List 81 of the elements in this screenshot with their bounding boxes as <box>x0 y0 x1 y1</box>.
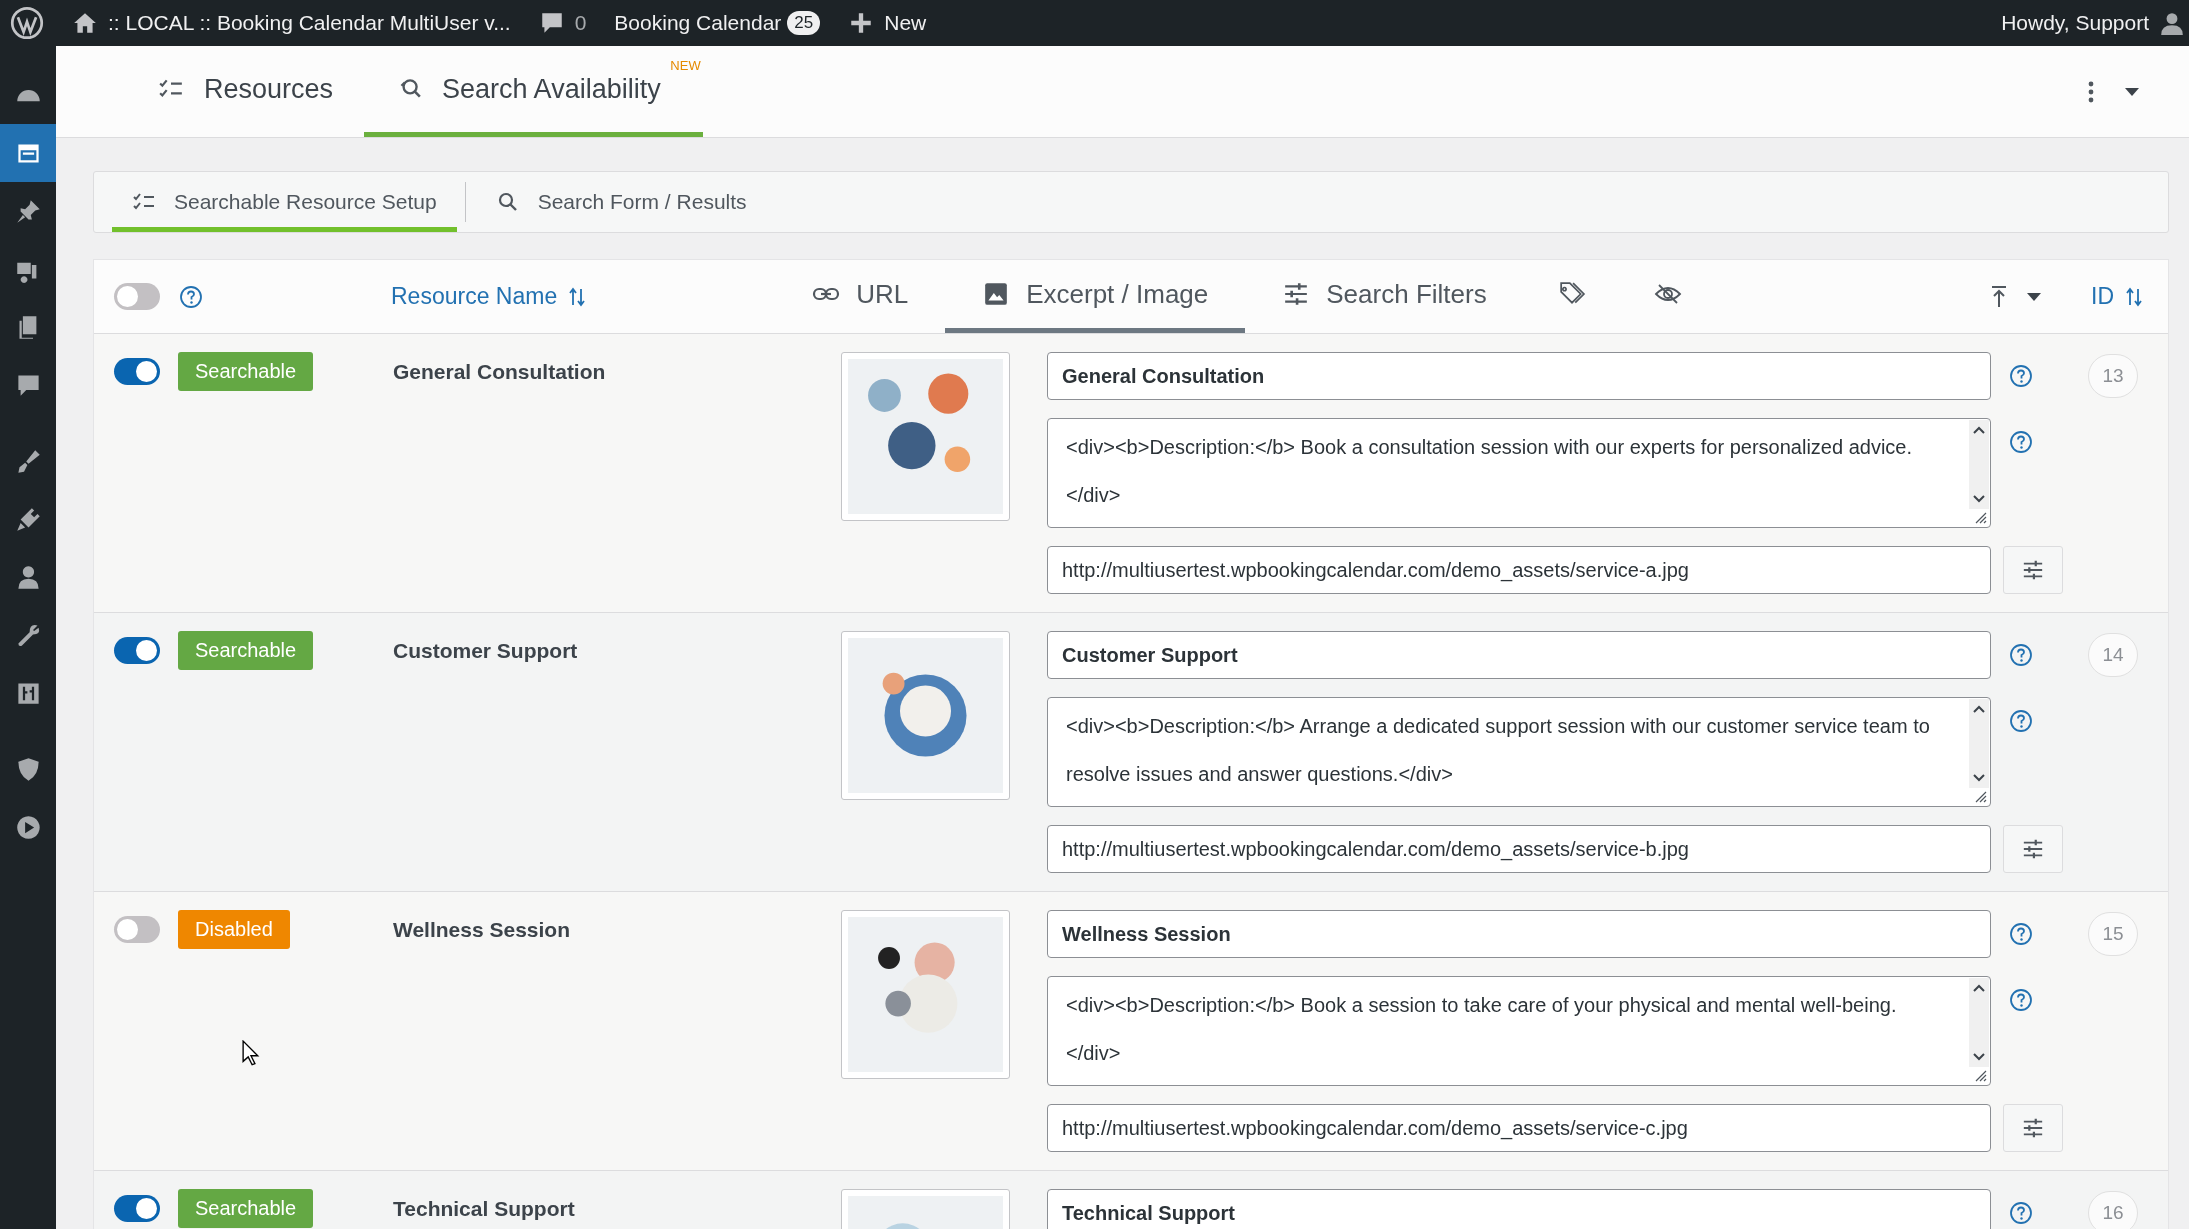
description-textarea[interactable]: <div><b>Description:</b> Book a consultation session with our experts for personalized advice.</div> <box>1047 418 1991 528</box>
sort-icon <box>569 286 586 307</box>
scroll-up-icon[interactable] <box>1973 705 1985 713</box>
description-textarea[interactable]: <div><b>Description:</b> Book a session to take care of your physical and mental well-being.</div> <box>1047 976 1991 1086</box>
caret-down-icon[interactable] <box>2027 292 2041 301</box>
toggle-switch[interactable] <box>114 358 160 385</box>
scroll-down-icon[interactable] <box>1973 1053 1985 1061</box>
resource-name: Technical Support <box>393 1196 576 1222</box>
id-badge: 15 <box>2088 912 2138 956</box>
greeting: Howdy, Support <box>2001 11 2149 35</box>
image-url-field[interactable]: http://multiusertest.wpbookingcalendar.com/demo_assets/service-c.jpg <box>1047 1104 1991 1152</box>
scroll-down-icon[interactable] <box>1973 495 1985 503</box>
title-field[interactable]: Technical Support <box>1047 1189 1991 1229</box>
status-badge: Disabled <box>178 910 290 949</box>
booking-calendar-link[interactable]: Booking Calendar 25 <box>600 0 835 46</box>
image-url-field[interactable]: http://multiusertest.wpbookingcalendar.com/demo_assets/service-a.jpg <box>1047 546 1991 594</box>
help-icon[interactable] <box>2009 988 2033 1012</box>
resize-grip-icon[interactable] <box>1973 1068 1987 1082</box>
resize-grip-icon[interactable] <box>1973 789 1987 803</box>
title-field[interactable]: Customer Support <box>1047 631 1991 679</box>
plugin-title: Booking Calendar <box>614 11 782 35</box>
id-badge: 16 <box>2088 1191 2138 1229</box>
toggle-switch[interactable] <box>114 1195 160 1222</box>
new-label: New <box>884 11 927 35</box>
status-badge: Searchable <box>178 1189 314 1228</box>
help-icon[interactable] <box>2009 364 2033 388</box>
scroll-down-icon[interactable] <box>1973 774 1985 782</box>
resource-name: General Consultation <box>393 359 607 385</box>
id-sort-link[interactable]: ID <box>2091 283 2142 310</box>
align-top-icon[interactable] <box>1991 284 2007 309</box>
sort-icon <box>2126 286 2142 307</box>
page-tab[interactable]: Search Availability NEW <box>364 46 703 137</box>
user-icon <box>2159 10 2185 36</box>
sub-tab[interactable]: Searchable Resource Setup <box>112 172 457 232</box>
id-badge: 13 <box>2088 354 2138 398</box>
comments-count: 0 <box>574 11 587 35</box>
scroll-up-icon[interactable] <box>1973 426 1985 434</box>
mouse-cursor-icon <box>242 1040 260 1067</box>
column-tab[interactable]: Search Filters <box>1245 260 1524 333</box>
status-badge: Searchable <box>178 352 314 391</box>
resize-grip-icon[interactable] <box>1973 510 1987 524</box>
count-badge: 25 <box>787 11 821 35</box>
column-tab[interactable]: URL <box>775 260 946 333</box>
image-settings-button[interactable] <box>2003 546 2063 594</box>
resource-name: Customer Support <box>393 638 579 664</box>
new-link[interactable]: New <box>834 0 941 46</box>
id-badge: 14 <box>2088 633 2138 677</box>
sliders-icon <box>2022 559 2044 581</box>
toggle-switch[interactable] <box>114 283 160 310</box>
resource-name-sort-link[interactable]: Resource Name <box>391 260 586 333</box>
sliders-icon <box>2022 1117 2044 1139</box>
help-icon[interactable] <box>2009 922 2033 946</box>
account-link[interactable]: Howdy, Support <box>1987 0 2189 46</box>
sliders-icon <box>2022 838 2044 860</box>
wordpress-logo-icon[interactable] <box>10 6 44 40</box>
new-label: NEW <box>670 58 701 73</box>
image-settings-button[interactable] <box>2003 825 2063 873</box>
help-icon[interactable] <box>2009 1201 2033 1225</box>
sub-tab[interactable]: Search Form / Results <box>475 172 767 232</box>
status-badge: Searchable <box>178 631 314 670</box>
title-field[interactable]: General Consultation <box>1047 352 1991 400</box>
scroll-up-icon[interactable] <box>1973 984 1985 992</box>
help-icon[interactable] <box>2009 430 2033 454</box>
help-icon[interactable] <box>179 284 203 309</box>
description-textarea[interactable]: <div><b>Description:</b> Arrange a dedicated support session with our customer service team to resolve issues and answer questions.</div> <box>1047 697 1991 807</box>
help-icon[interactable] <box>2009 709 2033 733</box>
resource-name: Wellness Session <box>393 917 572 943</box>
toggle-switch[interactable] <box>114 637 160 664</box>
title-field[interactable]: Wellness Session <box>1047 910 1991 958</box>
page-tab[interactable]: Resources <box>126 46 365 137</box>
caret-down-icon[interactable] <box>2125 87 2139 96</box>
site-name-link[interactable]: :: LOCAL :: Booking Calendar MultiUser v... <box>58 0 525 46</box>
more-options-icon[interactable] <box>2087 79 2095 104</box>
toggle-switch[interactable] <box>114 916 160 943</box>
help-icon[interactable] <box>2009 643 2033 667</box>
image-url-field[interactable]: http://multiusertest.wpbookingcalendar.com/demo_assets/service-b.jpg <box>1047 825 1991 873</box>
image-settings-button[interactable] <box>2003 1104 2063 1152</box>
sidebar-item[interactable] <box>0 124 56 182</box>
comments-link[interactable]: 0 <box>524 0 601 46</box>
site-title: :: LOCAL :: Booking Calendar MultiUser v... <box>108 11 511 35</box>
play-icon <box>14 813 42 841</box>
